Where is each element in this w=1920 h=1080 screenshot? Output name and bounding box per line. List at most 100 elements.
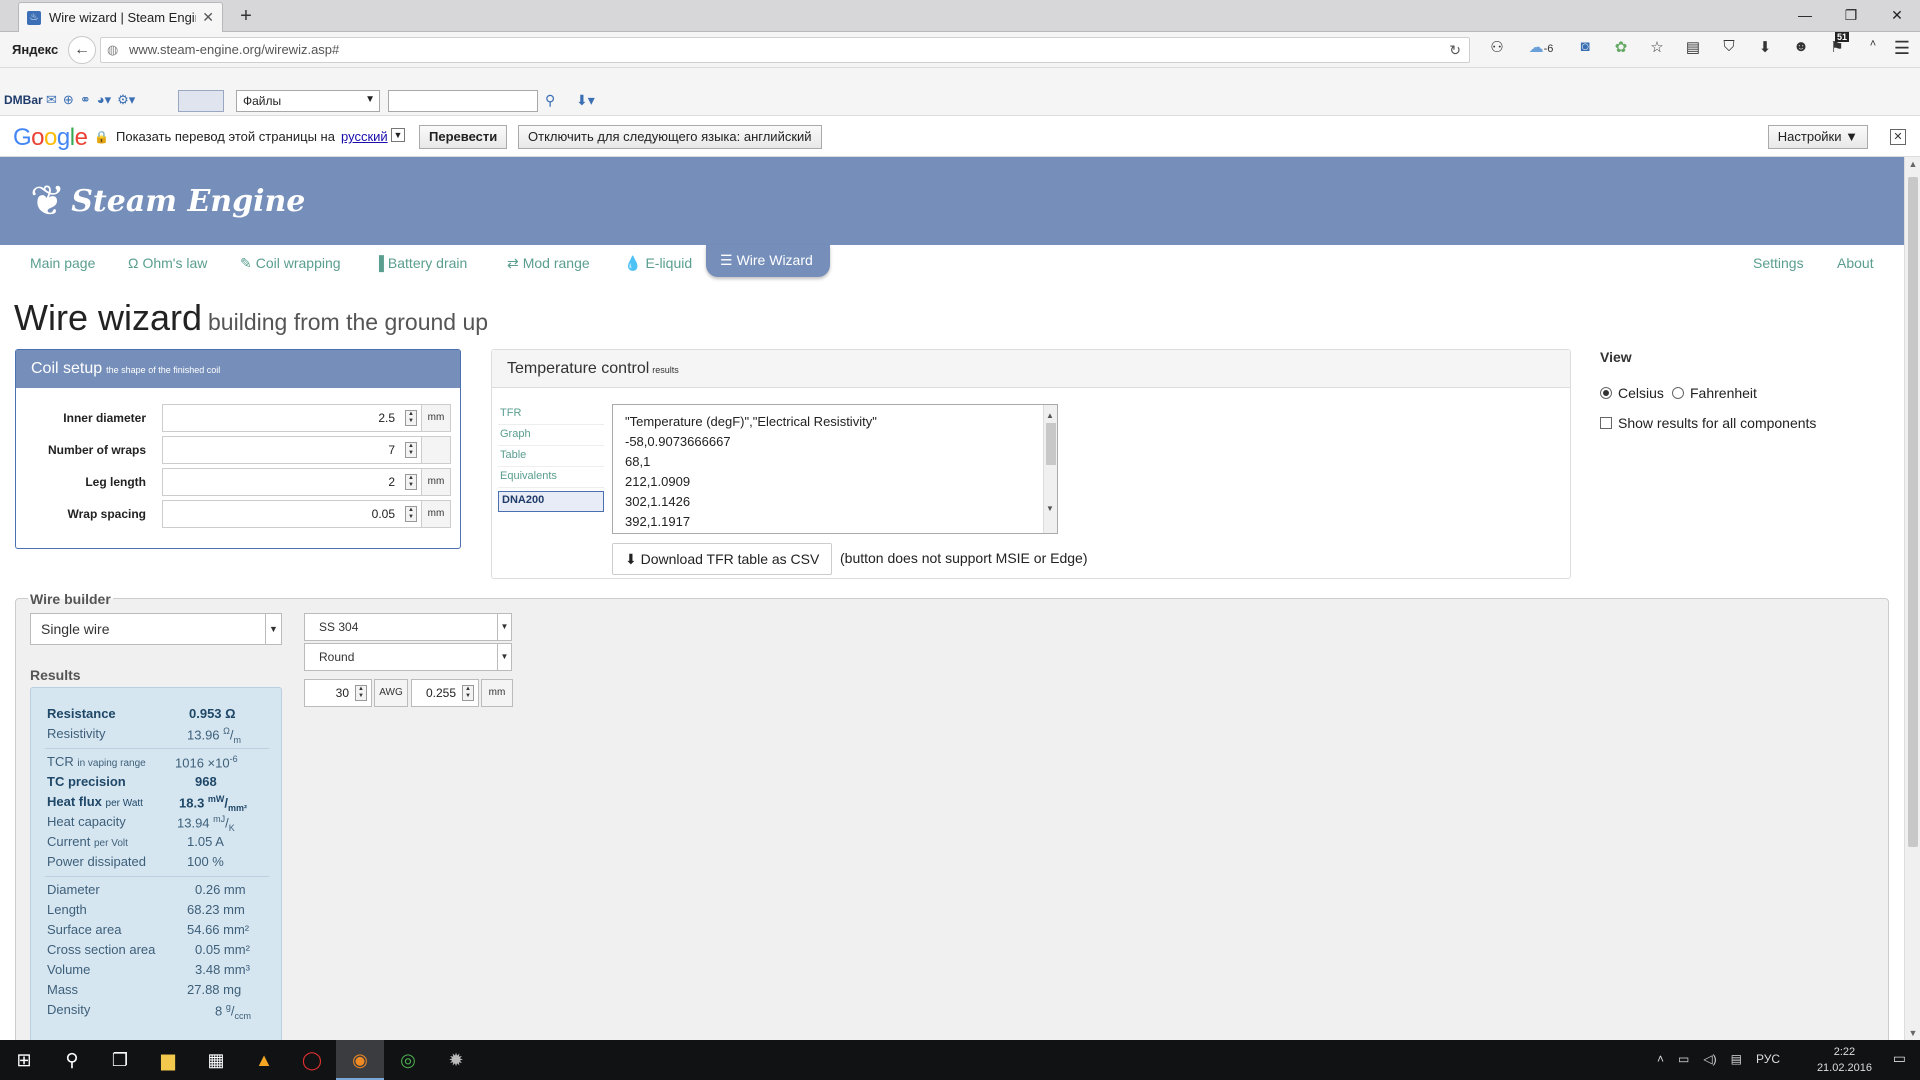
close-window-button[interactable]: ✕ (1874, 0, 1920, 30)
opera-icon[interactable]: ◯ (288, 1040, 336, 1080)
translate-settings-button[interactable]: Настройки ▼ (1767, 125, 1868, 149)
brand-logo[interactable]: ❦ Steam Engine (30, 177, 305, 225)
wrap-spacing-input[interactable]: 0.05 ▲ ▼ (162, 500, 422, 528)
reload-icon[interactable]: ↻ (1449, 38, 1461, 62)
tab-dna200[interactable]: DNA200 (498, 491, 604, 512)
wraps-input[interactable]: 7 ▲ ▼ (162, 436, 422, 464)
spinner-icon[interactable]: ▲ ▼ (405, 410, 417, 426)
awg-input[interactable]: 30 ▲ ▼ (304, 679, 372, 707)
notifications-icon[interactable]: ⚑ 51 (1825, 32, 1850, 56)
dm-globe-icon[interactable]: ◕▾ (97, 92, 111, 108)
task-view-icon[interactable]: ❐ (96, 1040, 144, 1080)
weather-icon[interactable]: ☁-6 (1521, 38, 1561, 56)
restore-button[interactable]: ❐ (1828, 0, 1874, 30)
dm-link-icon[interactable]: ⚭ (80, 92, 91, 108)
page-scrollbar[interactable]: ▲ ▼ (1904, 157, 1920, 1040)
show-all-option[interactable]: Show results for all components (1600, 415, 1816, 431)
dm-files-select[interactable]: Файлы ▼ (236, 90, 380, 112)
dm-add-icon[interactable]: ⊕ (63, 92, 74, 108)
menu-icon[interactable]: ☰ (1894, 38, 1910, 59)
disable-translate-button[interactable]: Отключить для следующего языка: английск… (518, 125, 822, 149)
windows-start-icon[interactable]: ⊞ (0, 1040, 48, 1080)
bookmark-star-icon[interactable]: ☆ (1645, 38, 1669, 56)
tab-equivalents[interactable]: Equivalents (498, 467, 604, 488)
chat-icon[interactable]: ☻ (1789, 38, 1813, 56)
download-icon[interactable]: ⬇ (1753, 38, 1777, 56)
network-icon[interactable]: ▭ (1678, 1052, 1689, 1066)
info-icon[interactable]: ◍ (107, 38, 118, 62)
tfr-textarea[interactable]: "Temperature (degF)","Electrical Resisti… (612, 404, 1058, 534)
scrollbar-thumb[interactable] (1046, 423, 1056, 465)
nav-wire-wizard[interactable]: ☰ Wire Wizard (706, 245, 830, 277)
dm-hand-button[interactable] (178, 90, 224, 112)
extension-icon[interactable]: ⚇ (1485, 38, 1509, 56)
browser-tab[interactable]: ♨ Wire wizard | Steam Engin... ✕ (18, 2, 223, 32)
back-button[interactable]: ← (68, 36, 96, 64)
scroll-down-icon[interactable]: ▼ (1046, 499, 1054, 519)
messages-icon[interactable]: ▤ (1731, 1052, 1742, 1066)
firefox-icon[interactable]: ◉ (336, 1040, 384, 1080)
nav-settings[interactable]: Settings (1753, 255, 1804, 271)
dm-download-icon[interactable]: ⬇▾ (576, 92, 595, 109)
scroll-up-icon[interactable]: ▲ (1905, 159, 1920, 169)
minimize-button[interactable]: — (1782, 0, 1828, 30)
page-scrollbar-thumb[interactable] (1908, 177, 1918, 847)
wire-type-select[interactable]: Single wire ▼ (30, 613, 282, 645)
spinner-icon[interactable]: ▲ ▼ (355, 685, 367, 701)
aimp-icon[interactable]: ▲ (240, 1040, 288, 1080)
celsius-option[interactable]: Celsius (1600, 385, 1664, 401)
volume-icon[interactable]: ◁) (1703, 1052, 1716, 1066)
pocket-save-icon[interactable]: ◙ (1573, 38, 1597, 56)
tab-table[interactable]: Table (498, 446, 604, 467)
calculator-icon[interactable]: ▦ (192, 1040, 240, 1080)
language-dropdown-icon[interactable]: ▼ (391, 128, 405, 142)
chrome-icon[interactable]: ◎ (384, 1040, 432, 1080)
nav-battery-drain[interactable]: ▐ Battery drain (374, 255, 467, 271)
translate-language-link[interactable]: русский (341, 129, 388, 144)
spinner-icon[interactable]: ▲ ▼ (405, 474, 417, 490)
addon-icon[interactable]: ✿ (1609, 38, 1633, 56)
spinner-icon[interactable]: ▲ ▼ (462, 685, 474, 701)
tab-graph[interactable]: Graph (498, 425, 604, 446)
action-center-icon[interactable]: ▭ (1893, 1050, 1906, 1067)
spinner-icon[interactable]: ▲ ▼ (405, 506, 417, 522)
address-bar[interactable]: ◍ www.steam-engine.org/wirewiz.asp# ↻ (100, 37, 1470, 63)
dm-search-input[interactable] (388, 90, 538, 112)
tray-chevron-icon[interactable]: ˄ (1657, 1052, 1664, 1066)
steam-app-icon[interactable]: ✹ (432, 1040, 480, 1080)
nav-e-liquid[interactable]: 💧 E-liquid (624, 255, 692, 272)
nav-ohms-law[interactable]: Ω Ohm's law (128, 255, 207, 271)
textarea-scrollbar[interactable]: ▲ ▼ (1043, 405, 1057, 533)
tab-close-icon[interactable]: ✕ (202, 9, 214, 26)
download-csv-button[interactable]: ⬇ Download TFR table as CSV (612, 543, 833, 575)
dm-tools-icon[interactable]: ⚙▾ (117, 92, 135, 108)
nav-coil-wrapping[interactable]: ✎ Coil wrapping (240, 255, 341, 272)
nav-about[interactable]: About (1837, 255, 1874, 271)
fahrenheit-radio[interactable] (1672, 387, 1684, 399)
taskbar-clock[interactable]: 2:22 21.02.2016 (1817, 1044, 1872, 1076)
dm-mail-icon[interactable]: ✉ (46, 92, 57, 108)
nav-main-page[interactable]: Main page (30, 255, 95, 271)
wire-mm-input[interactable]: 0.255 ▲ ▼ (411, 679, 479, 707)
yandex-button[interactable]: Яндекс (12, 42, 58, 57)
leg-length-input[interactable]: 2 ▲ ▼ (162, 468, 422, 496)
shape-select[interactable]: Round ▼ (304, 643, 512, 671)
show-all-checkbox[interactable] (1600, 417, 1612, 429)
dm-search-icon[interactable]: ⚲ (545, 92, 555, 109)
fahrenheit-option[interactable]: Fahrenheit (1672, 385, 1757, 401)
pocket-icon[interactable]: ⛉ (1717, 38, 1741, 56)
inner-diameter-input[interactable]: 2.5 ▲ ▼ (162, 404, 422, 432)
search-icon[interactable]: ⚲ (48, 1040, 96, 1080)
input-language[interactable]: РУС (1756, 1052, 1780, 1066)
close-icon[interactable]: ✕ (1890, 129, 1906, 145)
scroll-down-icon[interactable]: ▼ (1905, 1028, 1920, 1038)
material-select[interactable]: SS 304 ▼ (304, 613, 512, 641)
celsius-radio[interactable] (1600, 387, 1612, 399)
nav-mod-range[interactable]: ⇄ Mod range (507, 255, 590, 272)
tab-tfr[interactable]: TFR (498, 404, 604, 425)
chevron-up-icon[interactable]: ˄ (1861, 38, 1885, 56)
translate-button[interactable]: Перевести (419, 125, 508, 149)
spinner-icon[interactable]: ▲ ▼ (405, 442, 417, 458)
reading-list-icon[interactable]: ▤ (1681, 38, 1705, 56)
file-explorer-icon[interactable]: ▆ (144, 1040, 192, 1080)
